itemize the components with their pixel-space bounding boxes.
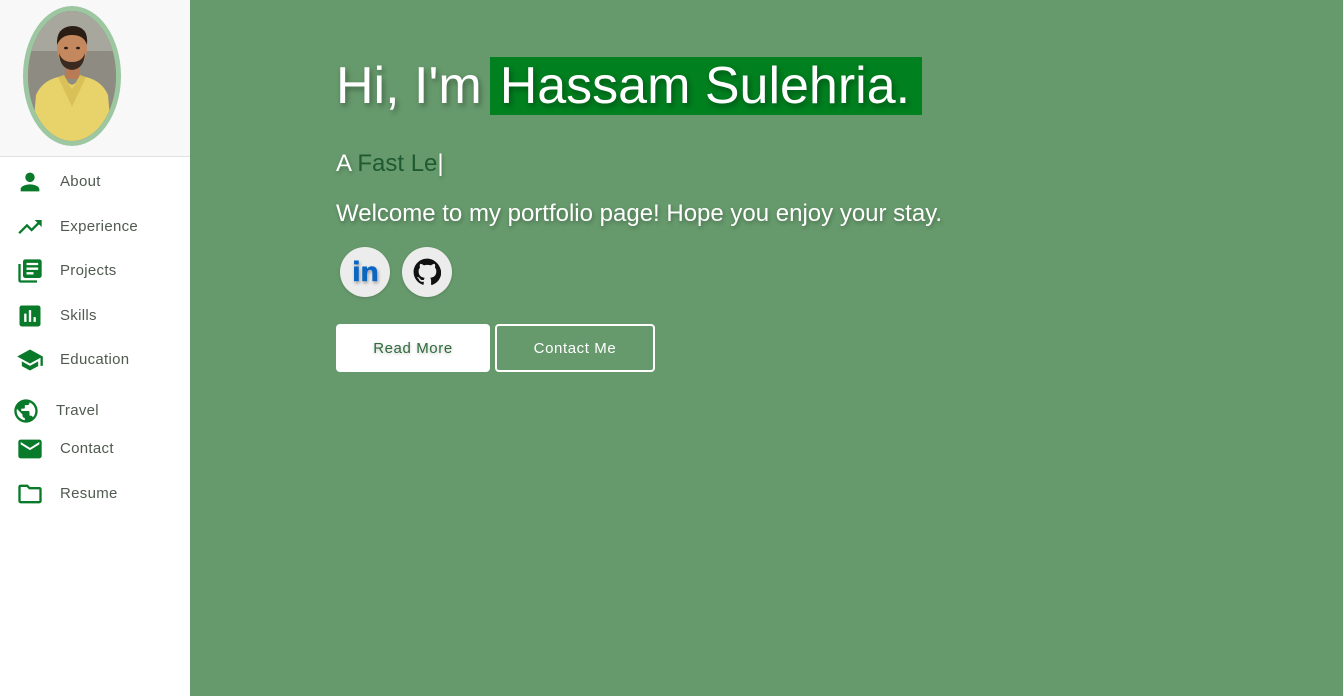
greeting-text: Hi, I'm bbox=[336, 57, 482, 115]
typing-caret: | bbox=[437, 150, 444, 177]
sidebar-item-experience[interactable]: Experience bbox=[0, 208, 190, 244]
sidebar-item-resume[interactable]: Resume bbox=[0, 475, 190, 511]
typed-text: Fast Le bbox=[357, 150, 438, 177]
graduation-cap-icon bbox=[16, 346, 44, 374]
sidebar-item-label: Travel bbox=[56, 402, 99, 419]
folder-icon bbox=[16, 480, 44, 508]
sidebar-item-skills[interactable]: Skills bbox=[0, 297, 190, 333]
sidebar-item-label: Resume bbox=[60, 485, 118, 502]
sidebar-item-label: About bbox=[60, 173, 101, 190]
typing-line: A Fast Le| bbox=[336, 150, 444, 178]
typing-prefix: A bbox=[336, 150, 351, 177]
avatar-photo bbox=[28, 11, 116, 141]
sidebar-item-about[interactable]: About bbox=[0, 163, 190, 199]
read-more-button[interactable]: Read More bbox=[336, 324, 490, 372]
linkedin-button[interactable]: in bbox=[340, 247, 390, 297]
sidebar-item-label: Contact bbox=[60, 440, 114, 457]
sidebar-item-travel[interactable]: Travel bbox=[0, 392, 190, 428]
linkedin-icon: in bbox=[351, 256, 380, 288]
hero-headline: Hi, I'm Hassam Sulehria. bbox=[336, 54, 923, 118]
sidebar-item-label: Skills bbox=[60, 307, 97, 324]
avatar[interactable] bbox=[23, 6, 121, 146]
bar-chart-icon bbox=[16, 302, 44, 330]
github-button[interactable] bbox=[402, 247, 452, 297]
avatar-container bbox=[0, 0, 190, 157]
sidebar-item-label: Projects bbox=[60, 262, 117, 279]
sidebar-item-education[interactable]: Education bbox=[0, 341, 190, 377]
welcome-message: Welcome to my portfolio page! Hope you e… bbox=[336, 200, 943, 227]
globe-icon bbox=[12, 397, 40, 425]
person-icon bbox=[16, 168, 44, 196]
sidebar-item-projects[interactable]: Projects bbox=[0, 252, 190, 288]
github-icon bbox=[413, 258, 441, 286]
sidebar-item-contact[interactable]: Contact bbox=[0, 430, 190, 466]
sidebar-item-label: Education bbox=[60, 351, 130, 368]
trending-up-icon bbox=[16, 213, 44, 241]
mail-icon bbox=[16, 435, 44, 463]
sidebar-item-label: Experience bbox=[60, 218, 139, 235]
contact-me-button[interactable]: Contact Me bbox=[495, 324, 655, 372]
library-books-icon bbox=[16, 257, 44, 285]
sidebar: About Experience Projects Skills Educati… bbox=[0, 0, 190, 696]
name-highlight: Hassam Sulehria. bbox=[489, 57, 923, 115]
